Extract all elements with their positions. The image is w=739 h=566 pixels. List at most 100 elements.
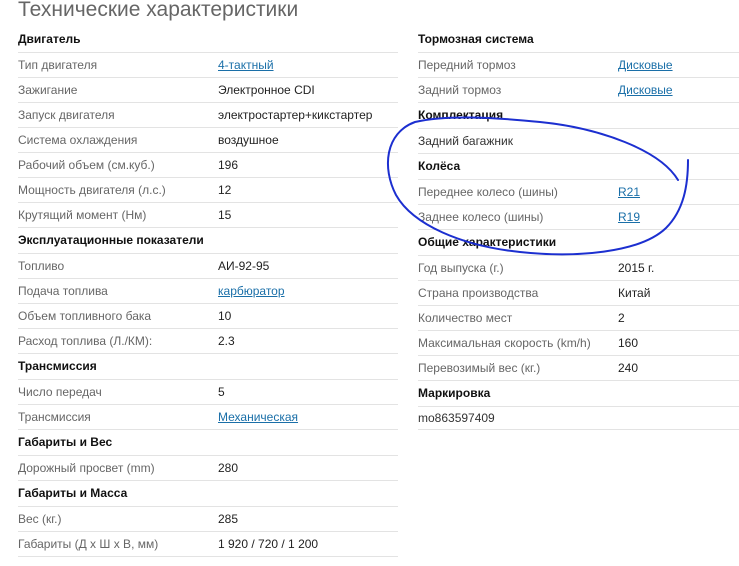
specs-left-column: Двигатель Тип двигателя 4-тактный Зажигание… [18, 27, 398, 557]
spec-label: Рабочий объем (см.куб.) [18, 158, 155, 172]
section-title: Трансмиссия [18, 354, 398, 380]
spec-row: Габариты (Д x Ш x В, мм) 1 920 / 720 / 1 … [18, 532, 398, 557]
spec-value: 2.3 [218, 334, 235, 348]
spec-row: Крутящий момент (Нм) 15 [18, 203, 398, 228]
spec-row: Перевозимый вес (кг.) 240 [418, 356, 739, 381]
spec-label: Габариты (Д x Ш x В, мм) [18, 537, 159, 551]
spec-value: Китай [618, 286, 651, 300]
section-title: Двигатель [18, 27, 398, 53]
spec-section: Эксплуатационные показатели Топливо АИ-92-… [18, 228, 398, 354]
spec-row: Расход топлива (Л./КМ): 2.3 [18, 329, 398, 354]
spec-value: 160 [618, 336, 639, 350]
section-title: Комплектация [418, 103, 739, 129]
specs-right-column: Тормозная система Передний тормоз Дисковые… [418, 27, 739, 430]
spec-section: Комплектация Задний багажник [418, 103, 739, 154]
section-title: Габариты и Вес [18, 430, 398, 456]
marking-title: Маркировка [418, 381, 739, 407]
spec-label: Запуск двигателя [18, 108, 115, 122]
spec-label: Задний багажник [418, 134, 513, 148]
spec-value: 15 [218, 208, 232, 222]
spec-value-link[interactable]: карбюратор [218, 279, 285, 303]
right-sections: Тормозная система Передний тормоз Дисковые… [418, 27, 739, 381]
spec-row: Переднее колесо (шины) R21 [418, 180, 739, 205]
spec-section: Габариты и Вес Дорожный просвет (mm) 280 [18, 430, 398, 481]
spec-section: Колёса Переднее колесо (шины) R21 Заднее ко… [418, 154, 739, 230]
spec-value: 280 [218, 461, 239, 475]
spec-value: 2015 г. [618, 261, 655, 275]
spec-row: Система охлаждения воздушное [18, 128, 398, 153]
spec-label: Переднее колесо (шины) [418, 185, 558, 199]
spec-row: Мощность двигателя (л.с.) 12 [18, 178, 398, 203]
spec-row: Страна производства Китай [418, 281, 739, 306]
spec-value-link[interactable]: Механическая [218, 405, 298, 429]
spec-label: Тип двигателя [18, 58, 98, 72]
spec-row: Количество мест 2 [418, 306, 739, 331]
spec-value-link[interactable]: R21 [618, 180, 640, 204]
spec-row: Подача топлива карбюратор [18, 279, 398, 304]
spec-row: Число передач 5 [18, 380, 398, 405]
spec-value-link[interactable]: Дисковые [618, 53, 673, 77]
spec-row: Зажигание Электронное CDI [18, 78, 398, 103]
spec-row: Запуск двигателя электростартер+кикстарте… [18, 103, 398, 128]
spec-label: Топливо [18, 259, 65, 273]
spec-row: Задний багажник [418, 129, 739, 154]
spec-value: 10 [218, 309, 232, 323]
spec-label: Вес (кг.) [18, 512, 62, 526]
spec-value: 196 [218, 158, 239, 172]
spec-row: Трансмиссия Механическая [18, 405, 398, 430]
spec-label: Передний тормоз [418, 58, 516, 72]
spec-row: Объем топливного бака 10 [18, 304, 398, 329]
marking-section: Маркировка mo863597409 [418, 381, 739, 430]
spec-row: Тип двигателя 4-тактный [18, 53, 398, 78]
spec-label: Зажигание [18, 83, 78, 97]
spec-row: Максимальная скорость (km/h) 160 [418, 331, 739, 356]
spec-row: Дорожный просвет (mm) 280 [18, 456, 398, 481]
section-title: Общие характеристики [418, 230, 739, 256]
spec-label: Система охлаждения [18, 133, 138, 147]
spec-section: Тормозная система Передний тормоз Дисковые… [418, 27, 739, 103]
spec-label: Год выпуска (г.) [418, 261, 504, 275]
spec-value-link[interactable]: R19 [618, 205, 640, 229]
spec-label: Мощность двигателя (л.с.) [18, 183, 166, 197]
section-title: Тормозная система [418, 27, 739, 53]
spec-value: 2 [618, 311, 625, 325]
spec-row: Топливо АИ-92-95 [18, 254, 398, 279]
spec-value: Электронное CDI [218, 83, 315, 97]
spec-row: Вес (кг.) 285 [18, 507, 398, 532]
spec-label: Количество мест [418, 311, 513, 325]
spec-value: электростартер+кикстартер [218, 108, 373, 122]
spec-label: Заднее колесо (шины) [418, 210, 544, 224]
spec-label: Число передач [18, 385, 102, 399]
spec-label: Подача топлива [18, 284, 108, 298]
spec-value-link[interactable]: Дисковые [618, 78, 673, 102]
spec-label: Задний тормоз [418, 83, 502, 97]
spec-row: Задний тормоз Дисковые [418, 78, 739, 103]
spec-label: Расход топлива (Л./КМ): [18, 334, 153, 348]
spec-section: Трансмиссия Число передач 5 Трансмиссия Меха… [18, 354, 398, 430]
spec-row: Передний тормоз Дисковые [418, 53, 739, 78]
spec-value: АИ-92-95 [218, 259, 270, 273]
spec-label: Перевозимый вес (кг.) [418, 361, 541, 375]
spec-label: Крутящий момент (Нм) [18, 208, 147, 222]
spec-value-link[interactable]: 4-тактный [218, 53, 274, 77]
section-title: Габариты и Масса [18, 481, 398, 507]
spec-value: 5 [218, 385, 225, 399]
spec-value: 285 [218, 512, 239, 526]
spec-value: 12 [218, 183, 232, 197]
spec-row: Заднее колесо (шины) R19 [418, 205, 739, 230]
spec-section: Габариты и Масса Вес (кг.) 285 Габариты (Д … [18, 481, 398, 557]
marking-value: mo863597409 [418, 407, 739, 430]
spec-label: Дорожный просвет (mm) [18, 461, 155, 475]
spec-section: Общие характеристики Год выпуска (г.) 2015… [418, 230, 739, 381]
section-title: Эксплуатационные показатели [18, 228, 398, 254]
spec-label: Трансмиссия [18, 410, 91, 424]
spec-section: Двигатель Тип двигателя 4-тактный Зажигание… [18, 27, 398, 228]
spec-row: Год выпуска (г.) 2015 г. [418, 256, 739, 281]
spec-value: 240 [618, 361, 639, 375]
spec-label: Максимальная скорость (km/h) [418, 336, 591, 350]
section-title: Колёса [418, 154, 739, 180]
spec-row: Рабочий объем (см.куб.) 196 [18, 153, 398, 178]
page-title: Технические характеристики [18, 0, 299, 21]
spec-value: воздушное [218, 133, 279, 147]
spec-value: 1 920 / 720 / 1 200 [218, 537, 319, 551]
